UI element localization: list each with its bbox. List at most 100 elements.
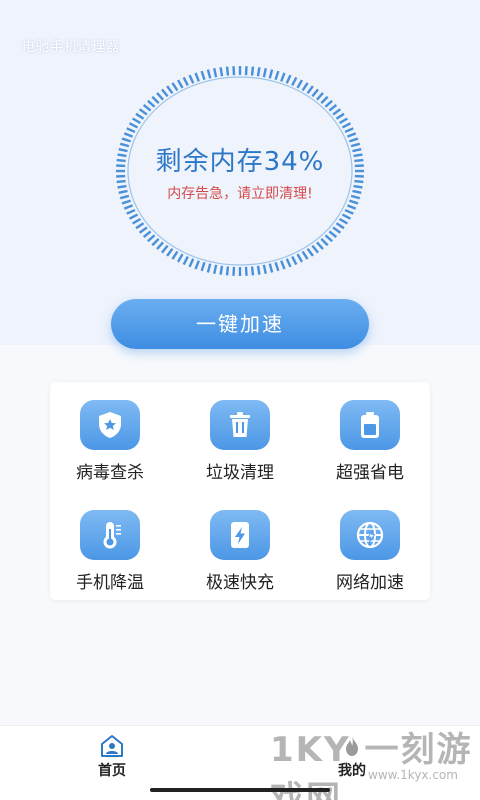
gauge-tick <box>213 264 218 274</box>
gauge-tick <box>182 76 189 87</box>
tool-junk-clean[interactable]: 垃圾清理 <box>180 400 300 490</box>
gauge-tick <box>338 217 348 225</box>
gauge-tick <box>128 122 139 129</box>
gauge-tick <box>156 241 164 250</box>
gauge-tick <box>128 213 139 220</box>
gauge-tick <box>132 217 142 225</box>
gauge-tick <box>346 132 357 138</box>
gauge-tick <box>250 66 255 76</box>
gauge-tick <box>219 265 224 275</box>
tool-label: 手机降温 <box>76 573 144 593</box>
gauge-tick <box>291 76 298 87</box>
gauge-tick <box>188 74 195 84</box>
home-icon <box>100 734 124 758</box>
tool-label: 网络加速 <box>336 573 404 593</box>
globe-icon <box>340 510 400 560</box>
gauge-tick <box>306 247 314 257</box>
tool-fast-charge[interactable]: 极速快充 <box>180 510 300 600</box>
gauge-tick <box>256 67 261 77</box>
gauge-tick <box>171 250 179 260</box>
gauge-tick <box>147 99 156 108</box>
gauge-tick <box>161 88 169 98</box>
gauge-tick <box>188 258 195 268</box>
thermometer-icon <box>80 510 140 560</box>
gauge-tick <box>256 265 261 275</box>
gauge-tick <box>274 70 280 81</box>
tool-label: 极速快充 <box>206 573 274 593</box>
gauge-tick <box>123 132 134 138</box>
gauge-tick <box>171 82 179 92</box>
trash-icon <box>210 400 270 450</box>
gauge-tick <box>335 222 345 230</box>
gauge-tick <box>176 253 184 263</box>
gauge-tick <box>262 68 267 78</box>
gauge-tick <box>280 260 286 270</box>
tab-mine-label: 我的 <box>338 763 366 779</box>
gauge-tick <box>176 79 184 89</box>
gauge-tick <box>338 117 348 125</box>
shield-star-icon <box>80 400 140 450</box>
gauge-tick <box>320 238 329 247</box>
tool-virus-scan[interactable]: 病毒查杀 <box>50 400 170 490</box>
gauge-tick <box>316 92 324 101</box>
gauge-tick <box>194 260 200 270</box>
gauge-tick <box>142 230 152 239</box>
gauge-tick <box>132 117 142 125</box>
gauge-tick <box>344 127 354 134</box>
gauge-tick <box>116 179 126 184</box>
gauge-tick <box>341 122 352 129</box>
gauge-tick <box>182 255 189 266</box>
gauge-tick <box>262 264 267 274</box>
gauge-tick <box>225 266 230 276</box>
gauge-tick <box>200 70 206 81</box>
gauge-tick <box>126 208 136 215</box>
gauge-tick <box>166 247 174 257</box>
gauge-tick <box>328 103 338 112</box>
gauge-tick <box>291 255 298 266</box>
gauge-tick <box>311 88 319 98</box>
remaining-memory-text: 剩余内存34% <box>155 147 325 177</box>
gauge-tick <box>123 204 134 210</box>
tab-mine[interactable]: 我的 <box>312 730 392 790</box>
one-key-accelerate-button[interactable]: 一键加速 <box>111 299 369 349</box>
gauge-tick <box>225 66 230 76</box>
gauge-tick <box>320 95 329 104</box>
gauge-tick <box>268 69 274 79</box>
gauge-tick <box>142 103 152 112</box>
gauge-tick <box>151 238 160 247</box>
tab-home-label: 首页 <box>98 763 126 779</box>
gauge-tick <box>306 85 314 95</box>
tool-label: 病毒查杀 <box>76 463 144 483</box>
gauge-tick <box>268 263 274 273</box>
gauge-tick <box>135 222 145 230</box>
gauge-tick <box>213 68 218 78</box>
gauge-tick <box>280 72 286 82</box>
gauge-tick <box>166 85 174 95</box>
gauge-tick <box>285 258 292 268</box>
gauge-tick <box>285 74 292 84</box>
gauge-tick <box>219 67 224 77</box>
battery-icon <box>340 400 400 450</box>
tool-network-boost[interactable]: 网络加速 <box>310 510 430 600</box>
gauge-tick <box>206 69 212 79</box>
gauge-tick <box>135 112 145 120</box>
gauge-tick <box>301 250 309 260</box>
gauge-tick <box>151 95 160 104</box>
gauge-tick <box>206 263 212 273</box>
tool-phone-cooling[interactable]: 手机降温 <box>50 510 170 600</box>
gauge-tick <box>324 99 333 108</box>
home-indicator <box>150 788 330 792</box>
tool-power-saving[interactable]: 超强省电 <box>310 400 430 490</box>
gauge-tick <box>335 112 345 120</box>
memory-gauge: 剩余内存34% 内存告急，请立即清理! <box>113 63 367 279</box>
gauge-tick <box>147 234 156 243</box>
tab-home[interactable]: 首页 <box>72 730 152 790</box>
gauge-tick <box>324 234 333 243</box>
gauge-tick <box>316 241 324 250</box>
gauge-tick <box>296 79 304 89</box>
gauge-tick <box>194 72 200 82</box>
gauge-tick <box>346 204 357 210</box>
gauge-tick <box>161 244 169 254</box>
tool-label: 垃圾清理 <box>206 463 274 483</box>
charge-icon <box>210 510 270 560</box>
